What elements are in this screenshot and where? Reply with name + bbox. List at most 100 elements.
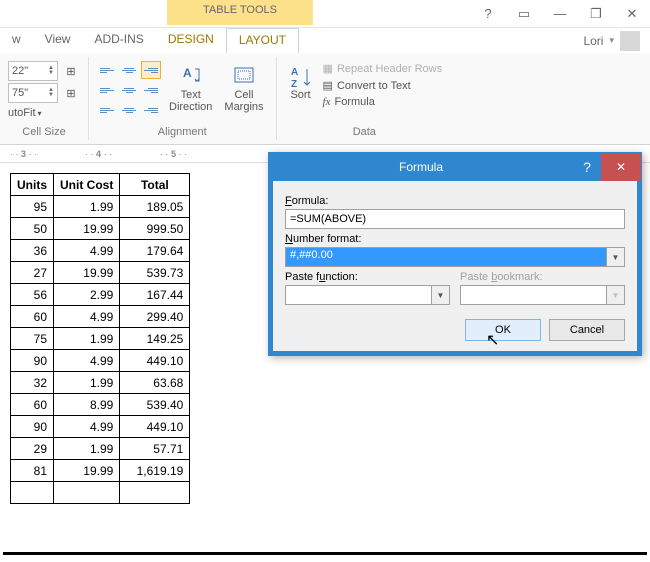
align-mc[interactable] (119, 81, 139, 99)
dialog-titlebar[interactable]: Formula ? ✕ (269, 153, 641, 181)
table-cell[interactable]: 4.99 (54, 416, 120, 438)
table-cell[interactable]: 60 (11, 306, 54, 328)
ribbon-options-icon[interactable]: ▭ (506, 2, 542, 26)
table-cell[interactable]: 449.10 (120, 350, 190, 372)
sort-button[interactable]: AZ Sort (285, 61, 317, 103)
user-name: Lori (583, 34, 603, 48)
align-br[interactable] (141, 101, 161, 119)
row-height-input[interactable]: 22"▲▼ (8, 61, 58, 81)
dialog-close-icon[interactable]: ✕ (601, 153, 641, 181)
align-ml[interactable] (97, 81, 117, 99)
distribute-rows-icon[interactable]: ⊞ (62, 61, 80, 81)
align-bc[interactable] (119, 101, 139, 119)
formula-input[interactable] (285, 209, 625, 229)
table-cell[interactable]: 167.44 (120, 284, 190, 306)
table-row[interactable]: 608.99539.40 (11, 394, 190, 416)
table-cell[interactable]: 1.99 (54, 438, 120, 460)
table-cell[interactable]: 299.40 (120, 306, 190, 328)
data-table[interactable]: Units Unit Cost Total 951.99189.055019.9… (10, 173, 190, 504)
table-cell[interactable]: 75 (11, 328, 54, 350)
restore-icon[interactable]: ❐ (578, 2, 614, 26)
pastefn-input[interactable] (285, 285, 432, 305)
table-cell[interactable]: 19.99 (54, 218, 120, 240)
table-cell[interactable]: 149.25 (120, 328, 190, 350)
text-direction-icon: A (179, 63, 203, 87)
cell-margins-button[interactable]: Cell Margins (220, 61, 267, 115)
table-cell[interactable]: 1,619.19 (120, 460, 190, 482)
table-cell[interactable]: 27 (11, 262, 54, 284)
pastefn-dropdown-icon[interactable]: ▼ (432, 285, 450, 305)
table-row[interactable]: 951.99189.05 (11, 196, 190, 218)
convert-icon: ▤ (323, 79, 333, 92)
table-cell[interactable]: 1.99 (54, 372, 120, 394)
table-cell[interactable]: 1.99 (54, 196, 120, 218)
ribbon: 22"▲▼ 75"▲▼ utoFit ▾ ⊞ ⊞ Cell Size (0, 53, 650, 145)
table-cell[interactable]: 50 (11, 218, 54, 240)
table-cell[interactable]: 4.99 (54, 350, 120, 372)
table-cell[interactable]: 19.99 (54, 460, 120, 482)
table-row[interactable]: 5019.99999.50 (11, 218, 190, 240)
table-cell[interactable]: 36 (11, 240, 54, 262)
table-cell[interactable]: 57.71 (120, 438, 190, 460)
minimize-icon[interactable]: — (542, 2, 578, 26)
table-cell[interactable]: 60 (11, 394, 54, 416)
table-cell[interactable]: 8.99 (54, 394, 120, 416)
group-label: Alignment (97, 126, 268, 140)
tab-design[interactable]: DESIGN (156, 28, 226, 53)
table-cell[interactable]: 90 (11, 350, 54, 372)
table-cell[interactable]: 449.10 (120, 416, 190, 438)
distribute-cols-icon[interactable]: ⊞ (62, 83, 80, 103)
table-row[interactable]: 904.99449.10 (11, 350, 190, 372)
autofit-button[interactable]: utoFit ▾ (8, 107, 58, 119)
table-cell[interactable]: 539.40 (120, 394, 190, 416)
align-tr[interactable] (141, 61, 161, 79)
tab-addins[interactable]: ADD-INS (82, 28, 155, 53)
table-row[interactable]: 8119.991,619.19 (11, 460, 190, 482)
cancel-button[interactable]: Cancel (549, 319, 625, 341)
help-icon[interactable]: ? (470, 2, 506, 26)
group-alignment: A Text Direction Cell Margins Alignment (89, 57, 277, 140)
table-row[interactable]: 321.9963.68 (11, 372, 190, 394)
align-bl[interactable] (97, 101, 117, 119)
dialog-help-icon[interactable]: ? (573, 159, 601, 175)
table-cell[interactable]: 56 (11, 284, 54, 306)
table-cell[interactable]: 2.99 (54, 284, 120, 306)
account-area[interactable]: Lori ▾ (583, 28, 650, 53)
col-width-input[interactable]: 75"▲▼ (8, 83, 58, 103)
table-row[interactable]: 604.99299.40 (11, 306, 190, 328)
table-cell[interactable]: 95 (11, 196, 54, 218)
table-row[interactable]: 904.99449.10 (11, 416, 190, 438)
table-cell[interactable]: 999.50 (120, 218, 190, 240)
tab-view[interactable]: View (33, 28, 83, 53)
text-direction-button[interactable]: A Text Direction (165, 61, 216, 115)
tab-partial[interactable]: w (0, 28, 33, 53)
table-cell[interactable]: 29 (11, 438, 54, 460)
table-cell[interactable]: 1.99 (54, 328, 120, 350)
table-row[interactable]: 364.99179.64 (11, 240, 190, 262)
table-cell[interactable]: 19.99 (54, 262, 120, 284)
numfmt-input[interactable]: #,##0.00 (285, 247, 607, 267)
tab-layout[interactable]: LAYOUT (226, 28, 299, 53)
table-cell[interactable]: 179.64 (120, 240, 190, 262)
table-cell[interactable]: 539.73 (120, 262, 190, 284)
table-row[interactable]: 751.99149.25 (11, 328, 190, 350)
align-tc[interactable] (119, 61, 139, 79)
table-cell[interactable]: 81 (11, 460, 54, 482)
align-mr[interactable] (141, 81, 161, 99)
table-cell[interactable]: 63.68 (120, 372, 190, 394)
ok-button[interactable]: OK (465, 319, 541, 341)
numfmt-dropdown-icon[interactable]: ▼ (607, 247, 625, 267)
table-cell[interactable]: 4.99 (54, 306, 120, 328)
convert-to-text-button[interactable]: ▤Convert to Text (321, 78, 445, 93)
table-header-row: Units Unit Cost Total (11, 174, 190, 196)
align-tl[interactable] (97, 61, 117, 79)
table-cell[interactable]: 32 (11, 372, 54, 394)
table-cell[interactable]: 4.99 (54, 240, 120, 262)
table-cell[interactable]: 189.05 (120, 196, 190, 218)
table-row[interactable]: 2719.99539.73 (11, 262, 190, 284)
table-row[interactable]: 562.99167.44 (11, 284, 190, 306)
table-cell[interactable]: 90 (11, 416, 54, 438)
close-icon[interactable]: ✕ (614, 2, 650, 26)
table-row[interactable]: 291.9957.71 (11, 438, 190, 460)
formula-button[interactable]: fxFormula (321, 95, 445, 109)
